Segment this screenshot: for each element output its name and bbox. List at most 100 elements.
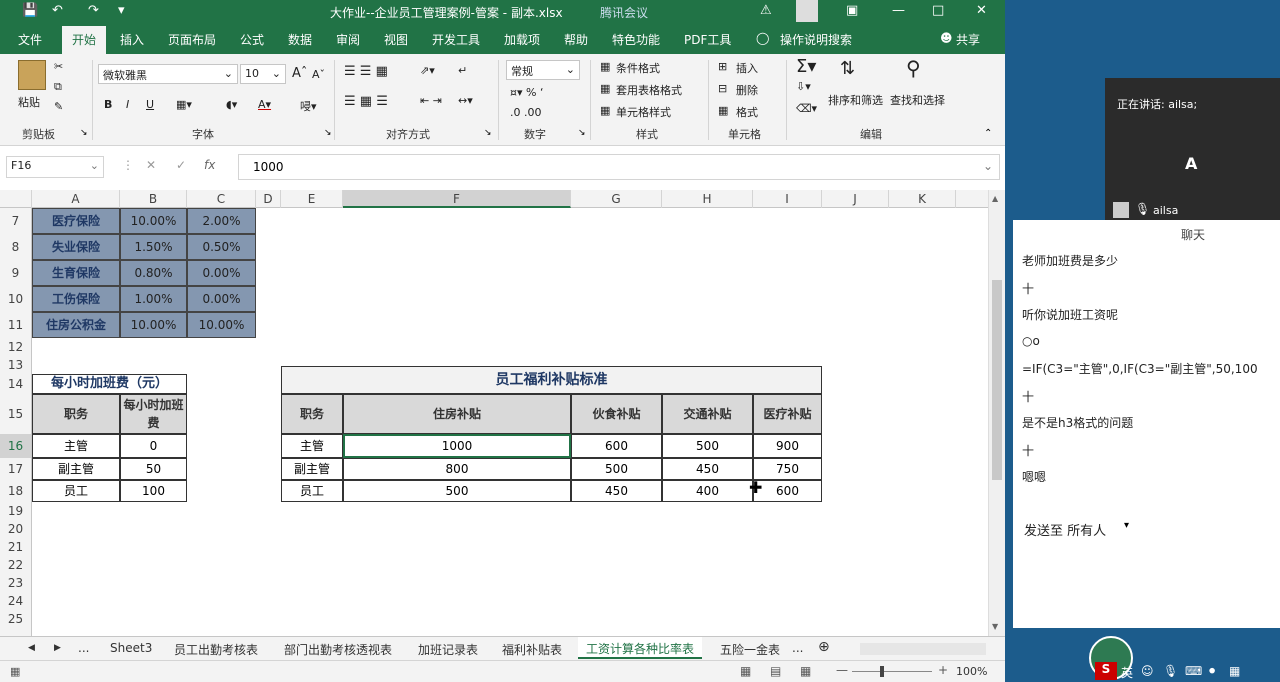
find-select-button[interactable]: 查找和选择: [890, 92, 945, 108]
wrap-text-icon[interactable]: ↵: [458, 64, 467, 77]
cell[interactable]: 生育保险: [32, 260, 120, 286]
table-cell[interactable]: 50: [120, 458, 187, 480]
table-cell[interactable]: 500: [343, 480, 571, 502]
sheet-tab[interactable]: Sheet3: [110, 641, 152, 655]
align-top-icon[interactable]: ☰ ☰ ▦: [344, 64, 388, 79]
cell[interactable]: 0.80%: [120, 260, 187, 286]
table-cell[interactable]: 0: [120, 434, 187, 458]
border-icon[interactable]: ▦▾: [176, 98, 192, 111]
share-button[interactable]: 共享: [956, 31, 980, 48]
customize-icon[interactable]: ▾: [118, 3, 125, 18]
cell[interactable]: 医疗保险: [32, 208, 120, 234]
col-header[interactable]: J: [822, 190, 889, 208]
table-cell[interactable]: 900: [753, 434, 822, 458]
dialog-launcher-icon[interactable]: ↘: [484, 128, 492, 138]
font-color-icon[interactable]: A▾: [258, 98, 271, 111]
row-header[interactable]: 11: [0, 312, 32, 338]
shrink-font-icon[interactable]: Aˇ: [312, 68, 325, 81]
sheet-tab[interactable]: 员工出勤考核表: [174, 641, 258, 658]
col-header[interactable]: H: [662, 190, 753, 208]
tab-data[interactable]: 数据: [288, 31, 312, 48]
delete-cells-button[interactable]: 删除: [736, 82, 758, 98]
table-cell[interactable]: 副主管: [281, 458, 343, 480]
tab-file[interactable]: 文件: [18, 31, 42, 48]
horizontal-scrollbar[interactable]: [860, 643, 986, 655]
table-header[interactable]: 伙食补贴: [571, 394, 662, 434]
underline-button[interactable]: U: [146, 98, 154, 111]
row-header[interactable]: 7: [0, 208, 32, 234]
row-header[interactable]: 24: [0, 592, 32, 610]
table-cell[interactable]: 450: [662, 458, 753, 480]
col-header[interactable]: I: [753, 190, 822, 208]
table-cell[interactable]: 450: [571, 480, 662, 502]
row-header[interactable]: 23: [0, 574, 32, 592]
row-header[interactable]: 18: [0, 480, 32, 502]
sheet-tab[interactable]: 部门出勤考核透视表: [284, 641, 392, 658]
bold-button[interactable]: B: [104, 98, 112, 111]
cell[interactable]: 工伤保险: [32, 286, 120, 312]
font-size-select[interactable]: 10 ⌄: [240, 64, 286, 84]
col-header[interactable]: C: [187, 190, 256, 208]
row-header[interactable]: 25: [0, 610, 32, 628]
vertical-scrollbar[interactable]: ▲ ▼: [988, 190, 1005, 636]
cut-icon[interactable]: ✂: [54, 60, 63, 73]
table-header[interactable]: 医疗补贴: [753, 394, 822, 434]
zoom-slider-thumb[interactable]: [880, 666, 884, 677]
tab-review[interactable]: 审阅: [336, 31, 360, 48]
row-header[interactable]: 15: [0, 394, 32, 434]
copy-icon[interactable]: ⧉: [54, 80, 62, 94]
sort-filter-icon[interactable]: ⇅: [840, 58, 855, 79]
page-layout-icon[interactable]: ▤: [770, 664, 781, 678]
tab-help[interactable]: 帮助: [564, 31, 588, 48]
table-cell[interactable]: 600: [571, 434, 662, 458]
sort-filter-button[interactable]: 排序和筛选: [828, 92, 883, 108]
search-icon[interactable]: ⚲: [906, 56, 921, 80]
sheet-tab-more-right[interactable]: ...: [792, 641, 803, 655]
page-break-icon[interactable]: ▦: [800, 664, 811, 678]
insert-cells-button[interactable]: 插入: [736, 60, 758, 76]
scroll-thumb[interactable]: [992, 280, 1002, 480]
row-header[interactable]: 19: [0, 502, 32, 520]
dialog-launcher-icon[interactable]: ↘: [578, 128, 586, 138]
row-header[interactable]: 14: [0, 374, 32, 394]
tab-features[interactable]: 特色功能: [612, 31, 660, 48]
currency-icon[interactable]: ¤▾ % ‘: [510, 86, 543, 99]
table-cell[interactable]: 400: [662, 480, 753, 502]
fill-icon[interactable]: ⇩▾: [796, 80, 811, 93]
emoji-icon[interactable]: ☺: [1141, 664, 1154, 678]
table-cell-selected[interactable]: 1000: [343, 434, 571, 458]
insert-function-icon[interactable]: fx: [204, 158, 215, 172]
warning-icon[interactable]: ⚠: [760, 3, 772, 18]
cell[interactable]: 10.00%: [187, 312, 256, 338]
format-as-table-button[interactable]: 套用表格格式: [616, 82, 682, 98]
table-header[interactable]: 每小时加班费: [120, 394, 187, 434]
cell-styles-button[interactable]: 单元格样式: [616, 104, 671, 120]
paste-button[interactable]: 粘贴: [18, 94, 40, 110]
row-header[interactable]: 8: [0, 234, 32, 260]
col-header[interactable]: D: [256, 190, 281, 208]
prev-sheet-icon[interactable]: ◀: [28, 643, 35, 653]
macro-record-icon[interactable]: ▦: [10, 665, 20, 678]
clear-icon[interactable]: ⌫▾: [796, 102, 817, 115]
table-cell[interactable]: 750: [753, 458, 822, 480]
table-cell[interactable]: 600: [753, 480, 822, 502]
table-cell[interactable]: 主管: [32, 434, 120, 458]
sheet-tab-more[interactable]: ...: [78, 641, 89, 655]
next-sheet-icon[interactable]: ▶: [54, 643, 61, 653]
sheet-tab[interactable]: 福利补贴表: [502, 641, 562, 658]
col-header[interactable]: E: [281, 190, 343, 208]
row-header[interactable]: 20: [0, 520, 32, 538]
tab-view[interactable]: 视图: [384, 31, 408, 48]
dialog-launcher-icon[interactable]: ↘: [324, 128, 332, 138]
merge-center-icon[interactable]: ↔▾: [458, 94, 473, 107]
tab-formulas[interactable]: 公式: [240, 31, 264, 48]
formula-input[interactable]: 1000 ⌄: [238, 154, 1000, 180]
collapse-ribbon-icon[interactable]: ⌃: [984, 128, 992, 139]
cell[interactable]: 1.50%: [120, 234, 187, 260]
enter-icon[interactable]: ✓: [176, 158, 186, 172]
normal-view-icon[interactable]: ▦: [740, 664, 751, 678]
close-icon[interactable]: ✕: [976, 3, 987, 18]
table-header[interactable]: 住房补贴: [343, 394, 571, 434]
tab-home[interactable]: 开始: [62, 26, 107, 54]
cell[interactable]: 2.00%: [187, 208, 256, 234]
